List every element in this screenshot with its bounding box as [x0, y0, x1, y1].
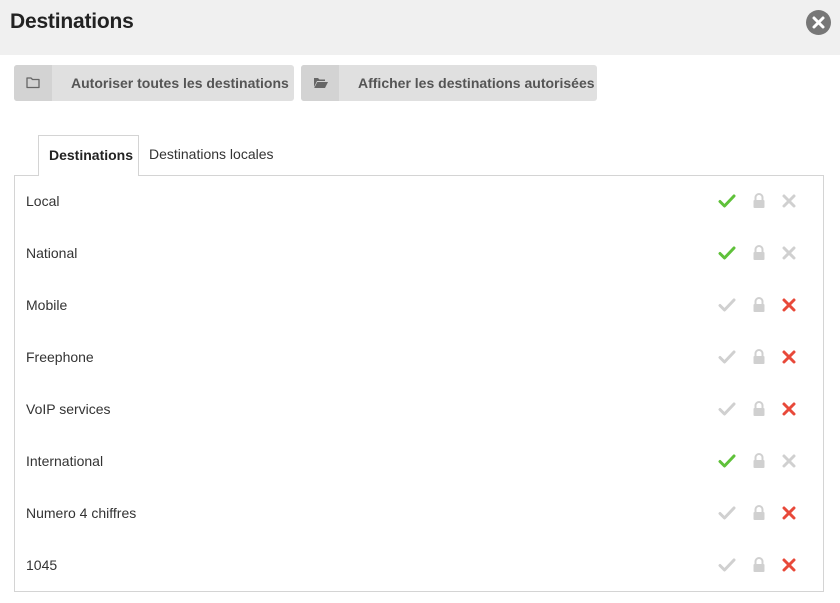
block-cross-icon[interactable]: [780, 452, 798, 470]
modal-header: Destinations: [0, 0, 840, 55]
destinations-list: Local National Mobile Freephone VoIP service…: [14, 175, 824, 592]
destination-label: 1045: [26, 557, 58, 573]
show-allowed-label: Afficher les destinations autorisées: [358, 75, 595, 91]
destination-row: 1045: [15, 540, 823, 592]
allow-check-icon[interactable]: [718, 348, 736, 366]
tab-destinations-label: Destinations: [49, 147, 134, 163]
destination-label: International: [26, 453, 104, 469]
destination-row: National: [15, 228, 823, 280]
block-cross-icon[interactable]: [780, 556, 798, 574]
lock-icon[interactable]: [750, 504, 768, 522]
lock-icon[interactable]: [750, 400, 768, 418]
allow-check-icon[interactable]: [718, 452, 736, 470]
tab-local-destinations-label: Destinations locales: [149, 146, 274, 162]
destination-label: VoIP services: [26, 401, 111, 417]
destination-label: Local: [26, 193, 60, 209]
destination-label: National: [26, 245, 78, 261]
lock-icon[interactable]: [750, 296, 768, 314]
lock-icon[interactable]: [750, 556, 768, 574]
block-cross-icon[interactable]: [780, 348, 798, 366]
block-cross-icon[interactable]: [780, 244, 798, 262]
allow-check-icon[interactable]: [718, 400, 736, 418]
allow-check-icon[interactable]: [718, 556, 736, 574]
destination-row: Freephone: [15, 332, 823, 384]
destination-row: Mobile: [15, 280, 823, 332]
show-allowed-destinations-button[interactable]: Afficher les destinations autorisées: [301, 65, 597, 101]
destination-row: Numero 4 chiffres: [15, 488, 823, 540]
tab-destinations[interactable]: Destinations: [38, 135, 139, 176]
allow-check-icon[interactable]: [718, 296, 736, 314]
destination-label: Freephone: [26, 349, 94, 365]
allow-check-icon[interactable]: [718, 244, 736, 262]
destination-row: Local: [15, 176, 823, 228]
page-title: Destinations: [10, 10, 134, 33]
block-cross-icon[interactable]: [780, 400, 798, 418]
destination-label: Mobile: [26, 297, 68, 313]
destination-row: International: [15, 436, 823, 488]
destination-label: Numero 4 chiffres: [26, 505, 137, 521]
allow-check-icon[interactable]: [718, 192, 736, 210]
allow-check-icon[interactable]: [718, 504, 736, 522]
allow-all-destinations-button[interactable]: Autoriser toutes les destinations: [14, 65, 294, 101]
tab-local-destinations[interactable]: Destinations locales: [149, 135, 289, 175]
lock-icon[interactable]: [750, 192, 768, 210]
allow-all-label: Autoriser toutes les destinations: [71, 75, 289, 91]
close-icon: [812, 16, 825, 29]
lock-icon[interactable]: [750, 244, 768, 262]
block-cross-icon[interactable]: [780, 296, 798, 314]
folder-open-icon: [301, 65, 339, 101]
close-button[interactable]: [806, 10, 831, 35]
destination-row: VoIP services: [15, 384, 823, 436]
lock-icon[interactable]: [750, 348, 768, 366]
lock-icon[interactable]: [750, 452, 768, 470]
block-cross-icon[interactable]: [780, 192, 798, 210]
block-cross-icon[interactable]: [780, 504, 798, 522]
folder-icon: [14, 65, 52, 101]
